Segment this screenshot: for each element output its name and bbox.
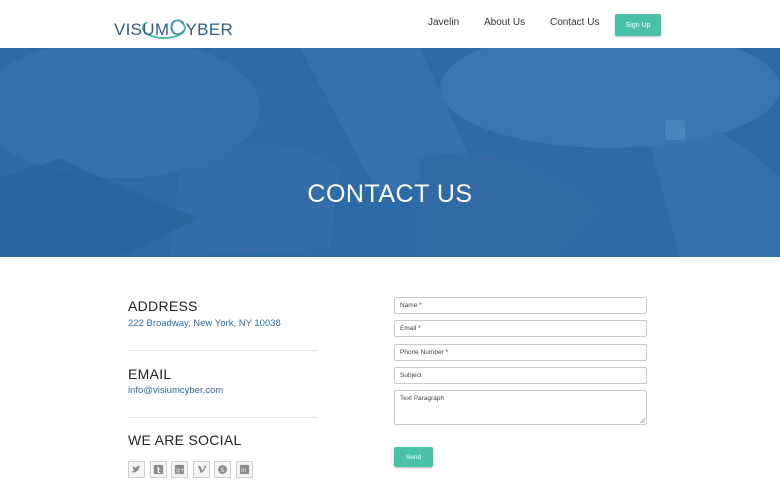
page-title: CONTACT US <box>307 180 473 208</box>
svg-text:g+: g+ <box>176 467 185 474</box>
svg-text:S: S <box>220 466 224 474</box>
phone-field[interactable] <box>394 344 647 361</box>
address-heading: ADDRESS <box>128 298 198 314</box>
skype-icon[interactable]: S <box>214 461 231 478</box>
nav-about-us[interactable]: About Us <box>484 17 525 28</box>
svg-text:in: in <box>241 467 247 474</box>
google-plus-icon[interactable]: g+ <box>171 461 188 478</box>
message-textarea[interactable] <box>394 390 647 425</box>
nav-javelin[interactable]: Javelin <box>428 17 459 28</box>
resize-grip-icon[interactable] <box>639 417 646 424</box>
address-value: 222 Broadway, New York, NY 10038 <box>128 318 281 329</box>
tumblr-icon[interactable] <box>150 461 167 478</box>
subject-field[interactable] <box>394 367 647 384</box>
vimeo-icon[interactable] <box>193 461 210 478</box>
sign-up-button[interactable]: Sign Up <box>615 14 661 36</box>
divider <box>128 350 318 351</box>
logo-text-part2: C <box>169 15 186 40</box>
site-header: VISUMCYBER Javelin About Us Contact Us S… <box>0 0 780 48</box>
twitter-icon[interactable] <box>128 461 145 478</box>
logo-text-part1: VISUM <box>114 20 170 39</box>
hero-background-image <box>0 48 780 257</box>
social-heading: WE ARE SOCIAL <box>128 432 242 448</box>
send-button[interactable]: Send <box>394 447 433 467</box>
linkedin-icon[interactable]: in <box>236 461 253 478</box>
nav-contact-us[interactable]: Contact Us <box>550 17 599 28</box>
divider <box>128 417 318 418</box>
email-heading: EMAIL <box>128 366 172 382</box>
hero-banner: CONTACT US <box>0 48 780 257</box>
logo-text-part3: YBER <box>185 20 234 39</box>
visumcyber-logo[interactable]: VISUMCYBER <box>114 8 233 40</box>
name-field[interactable] <box>394 297 647 314</box>
logo-text: VISUMCYBER <box>114 15 233 41</box>
email-field[interactable] <box>394 320 647 337</box>
email-link[interactable]: info@visiumcyber.com <box>128 385 223 396</box>
